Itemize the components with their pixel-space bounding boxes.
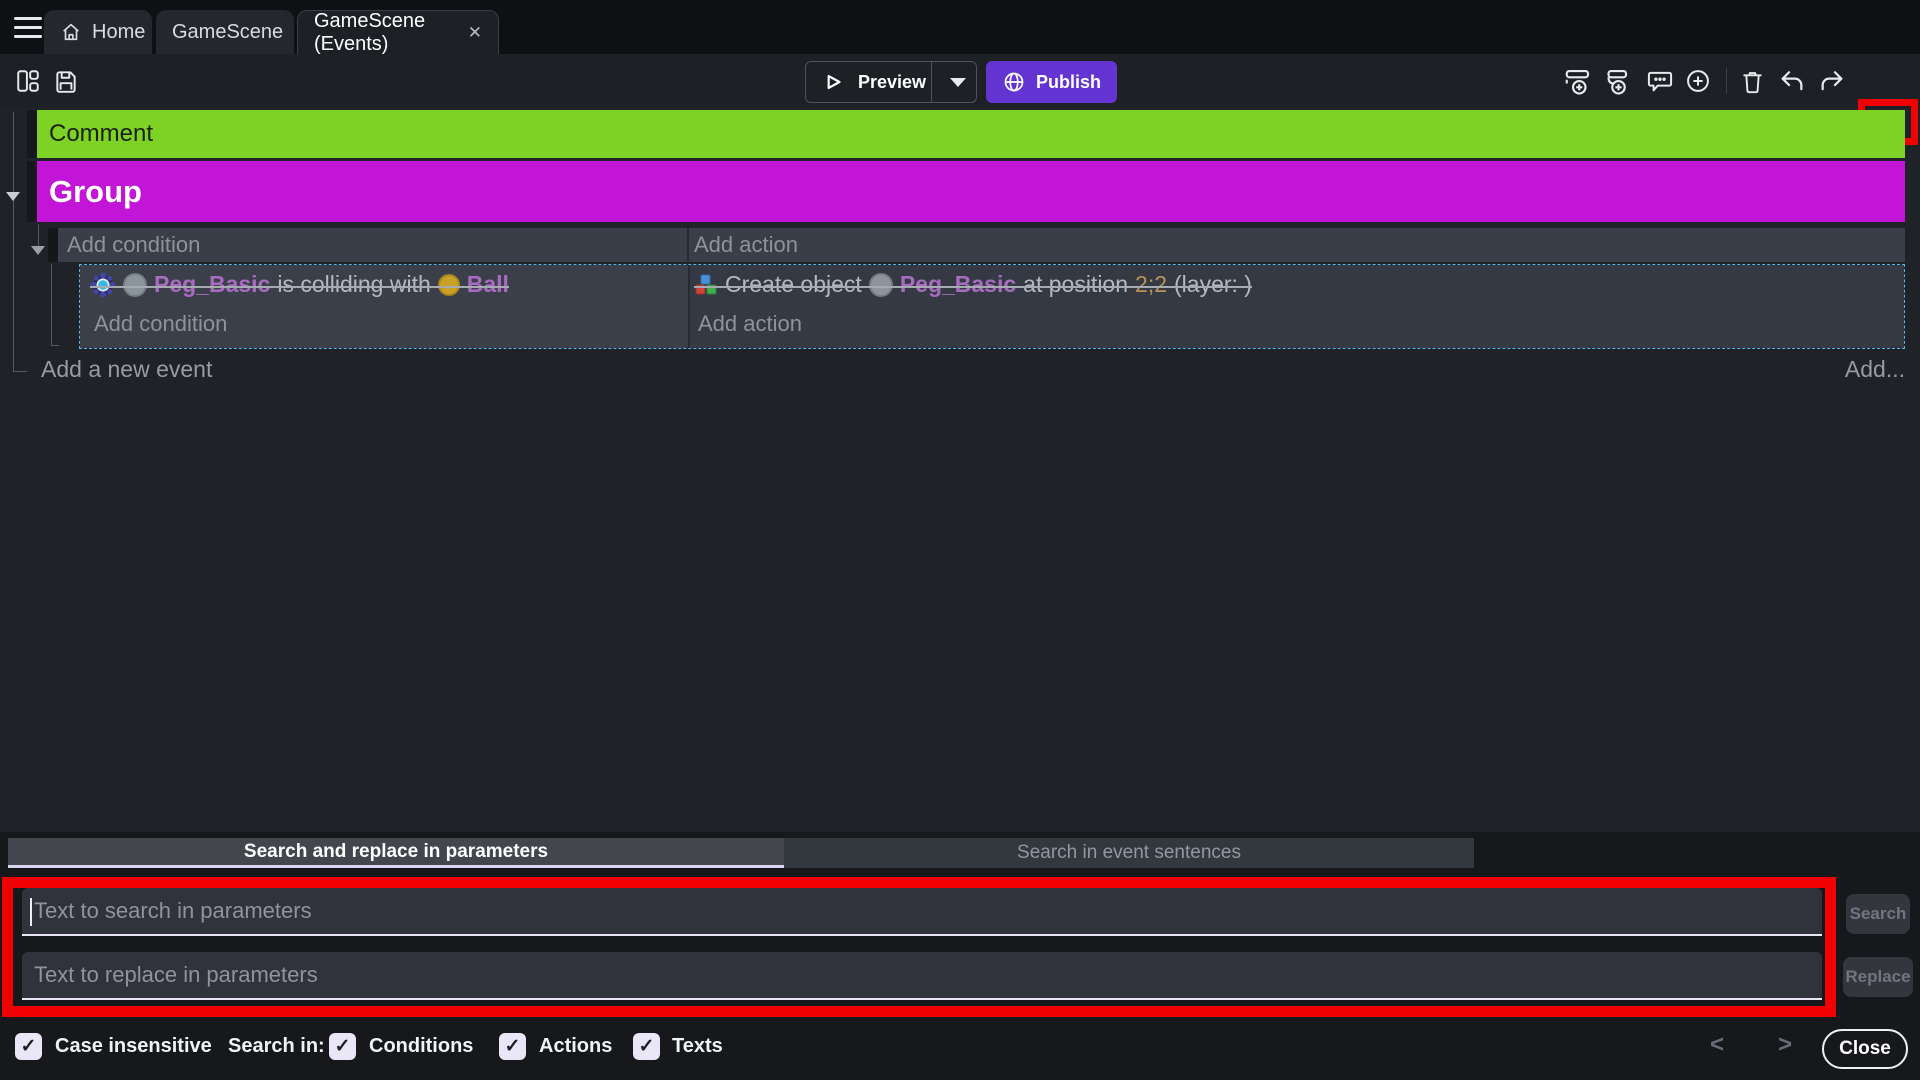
preview-label: Preview — [858, 72, 926, 93]
undo-icon[interactable] — [1776, 65, 1808, 97]
case-insensitive-label: Case insensitive — [55, 1033, 212, 1060]
check-icon: ✓ — [505, 1035, 521, 1058]
action-text: Create object — [725, 271, 862, 298]
close-button[interactable]: Close — [1822, 1029, 1908, 1069]
chevron-down-icon[interactable] — [950, 78, 966, 87]
actions-label: Actions — [539, 1033, 612, 1060]
tree-guide-line — [13, 112, 14, 372]
tab-home[interactable]: Home — [44, 10, 152, 54]
add-event-icon[interactable] — [1562, 65, 1594, 97]
tree-guide-line — [51, 345, 59, 346]
save-icon[interactable] — [50, 65, 82, 97]
condition-sentence[interactable]: Peg_Basic is colliding with Ball — [90, 271, 509, 298]
search-button[interactable]: Search — [1846, 894, 1910, 934]
event-drag-handle[interactable] — [48, 228, 58, 262]
divider — [931, 62, 932, 102]
action-text: (layer: ) — [1174, 271, 1252, 298]
replace-input[interactable] — [22, 952, 1822, 998]
actions-column: Add action — [689, 228, 1905, 262]
tab-search-replace-parameters[interactable]: Search and replace in parameters — [8, 838, 784, 868]
add-subevent-icon[interactable] — [1600, 65, 1632, 97]
add-new-event-link[interactable]: Add a new event — [41, 356, 212, 383]
toolbar-separator — [1726, 68, 1727, 94]
tab-search-event-sentences[interactable]: Search in event sentences — [784, 838, 1474, 868]
home-icon — [60, 21, 82, 43]
group-text: Group — [49, 174, 142, 209]
texts-checkbox[interactable]: ✓ — [633, 1033, 660, 1060]
add-condition-link[interactable]: Add condition — [58, 228, 687, 262]
add-event-button[interactable]: Add... — [1845, 356, 1905, 383]
position-value: 2;2 — [1135, 271, 1167, 298]
check-icon: ✓ — [21, 1035, 37, 1058]
search-panel-tabs: Search and replace in parameters Search … — [8, 838, 1474, 868]
toggle-panels-icon[interactable] — [12, 65, 44, 97]
empty-event-row: Add condition Add action — [58, 228, 1905, 262]
close-icon[interactable]: ✕ — [464, 23, 482, 43]
collision-condition-icon — [90, 272, 116, 298]
object-name: Ball — [467, 271, 509, 298]
collapse-group-icon[interactable] — [6, 192, 20, 201]
tree-guide-line — [38, 224, 39, 246]
publish-button[interactable]: Publish — [986, 61, 1117, 103]
event-drag-handle[interactable] — [27, 110, 37, 158]
tab-gamescene[interactable]: GameScene ✕ — [156, 10, 294, 54]
tree-guide-line — [51, 264, 52, 346]
create-object-action-icon — [694, 273, 718, 297]
action-sentence[interactable]: Create object Peg_Basic at position 2;2 … — [694, 271, 1252, 298]
check-icon: ✓ — [639, 1035, 655, 1058]
object-name: Peg_Basic — [154, 271, 270, 298]
case-insensitive-checkbox[interactable]: ✓ — [15, 1033, 42, 1060]
preview-button[interactable]: Preview — [805, 61, 977, 103]
search-input[interactable] — [22, 888, 1822, 934]
tab-label: Home — [92, 21, 145, 44]
search-in-label: Search in: — [228, 1033, 325, 1060]
previous-result-icon[interactable]: < — [1710, 1031, 1724, 1059]
object-thumbnail-ball — [438, 274, 460, 296]
add-comment-icon[interactable] — [1644, 65, 1676, 97]
condition-text: is colliding with — [277, 271, 430, 298]
delete-icon[interactable] — [1736, 65, 1768, 97]
globe-icon — [1002, 70, 1026, 94]
tree-guide-line — [13, 371, 27, 372]
conditions-checkbox[interactable]: ✓ — [329, 1033, 356, 1060]
play-icon — [820, 69, 846, 95]
replace-input-wrap — [22, 952, 1822, 1000]
event-drag-handle[interactable] — [27, 161, 37, 222]
gdevelop-window: Home GameScene ✕ GameScene (Events) ✕ Pr… — [0, 0, 1920, 1080]
add-circle-icon[interactable] — [1682, 65, 1714, 97]
add-action-link[interactable]: Add action — [698, 308, 802, 340]
top-tab-bar: Home GameScene ✕ GameScene (Events) ✕ — [0, 0, 1920, 54]
collapse-event-icon[interactable] — [31, 246, 45, 255]
tab-gamescene-events[interactable]: GameScene (Events) ✕ — [297, 10, 499, 54]
redo-icon[interactable] — [1816, 65, 1848, 97]
selected-event[interactable]: Peg_Basic is colliding with Ball Add con… — [79, 264, 1905, 349]
object-thumbnail-peg-basic — [869, 273, 893, 297]
actions-checkbox[interactable]: ✓ — [499, 1033, 526, 1060]
tab-label: GameScene — [172, 21, 283, 44]
tab-label: GameScene (Events) — [314, 10, 454, 56]
object-thumbnail-peg-basic — [123, 273, 147, 297]
toolbar: Preview Publish — [0, 54, 1920, 108]
next-result-icon[interactable]: > — [1778, 1031, 1792, 1059]
hamburger-menu-icon[interactable] — [14, 17, 42, 38]
action-text: at position — [1023, 271, 1128, 298]
search-input-wrap — [22, 888, 1822, 936]
publish-label: Publish — [1036, 72, 1101, 93]
search-panel: Search and replace in parameters Search … — [0, 832, 1920, 1080]
comment-text: Comment — [49, 120, 153, 147]
conditions-label: Conditions — [369, 1033, 473, 1060]
replace-button[interactable]: Replace — [1843, 957, 1913, 997]
comment-event[interactable]: Comment — [37, 110, 1905, 158]
add-action-link[interactable]: Add action — [689, 228, 1905, 262]
text-caret — [30, 898, 32, 926]
texts-label: Texts — [672, 1033, 723, 1060]
check-icon: ✓ — [335, 1035, 351, 1058]
add-condition-link[interactable]: Add condition — [94, 308, 227, 340]
object-name: Peg_Basic — [900, 271, 1016, 298]
conditions-column: Add condition — [58, 228, 687, 262]
group-event[interactable]: Group — [37, 161, 1905, 222]
